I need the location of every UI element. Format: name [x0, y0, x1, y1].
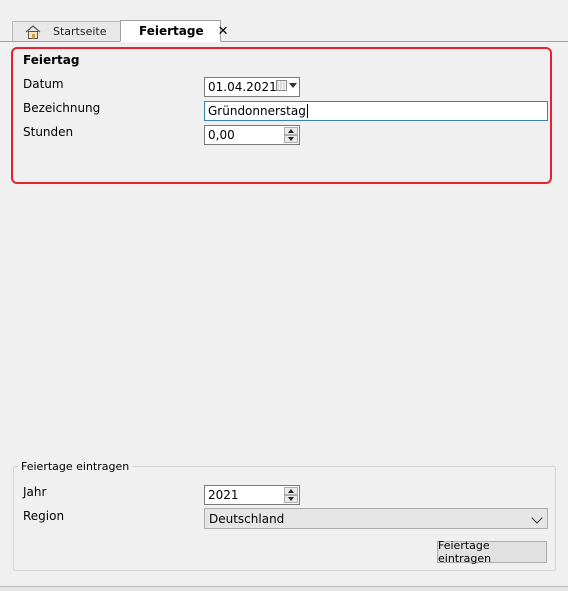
hours-value: 0,00 — [208, 128, 235, 142]
date-picker[interactable]: 01.04.2021 — [204, 77, 300, 97]
year-spinner[interactable] — [284, 487, 298, 503]
tab-startseite[interactable]: Startseite — [12, 21, 132, 41]
region-label: Region — [23, 509, 65, 523]
date-value: 01.04.2021 — [208, 80, 277, 94]
tab-startseite-label: Startseite — [53, 25, 107, 38]
import-group-title: Feiertage eintragen — [18, 460, 133, 473]
year-stepper[interactable]: 2021 — [204, 485, 300, 505]
date-picker-buttons[interactable] — [276, 80, 297, 91]
hours-stepper[interactable]: 0,00 — [204, 125, 300, 145]
name-label: Bezeichnung — [23, 101, 101, 115]
hours-label: Stunden — [23, 125, 74, 139]
year-value: 2021 — [208, 488, 239, 502]
import-holidays-button[interactable]: Feiertage eintragen — [437, 539, 547, 565]
date-label: Datum — [23, 77, 64, 91]
arrow-down-icon — [288, 137, 294, 141]
region-value: Deutschland — [209, 511, 285, 526]
year-label: Jahr — [23, 485, 47, 499]
spin-down-button[interactable] — [284, 135, 298, 143]
name-input[interactable]: Gründonnerstag — [204, 101, 548, 121]
region-select[interactable]: Deutschland — [204, 508, 548, 529]
arrow-up-icon — [288, 489, 294, 493]
chevron-down-icon — [531, 512, 543, 524]
text-caret — [306, 104, 308, 118]
section-title: Feiertag — [23, 53, 80, 67]
bottom-band — [0, 586, 568, 591]
top-band — [0, 0, 568, 14]
arrow-down-icon — [288, 497, 294, 501]
calendar-icon[interactable] — [276, 80, 287, 91]
chevron-down-icon[interactable] — [289, 83, 297, 88]
spin-up-button[interactable] — [284, 127, 298, 135]
home-icon — [25, 24, 41, 39]
hours-spinner[interactable] — [284, 127, 298, 143]
year-spin-down-button[interactable] — [284, 495, 298, 503]
name-value: Gründonnerstag — [208, 104, 306, 118]
year-spin-up-button[interactable] — [284, 487, 298, 495]
tab-strip: Startseite Feiertage ✕ — [0, 13, 568, 42]
close-icon[interactable]: ✕ — [218, 24, 229, 39]
tab-feiertage-label: Feiertage — [139, 24, 204, 38]
arrow-up-icon — [288, 129, 294, 133]
tab-feiertage[interactable]: Feiertage ✕ — [120, 20, 229, 42]
